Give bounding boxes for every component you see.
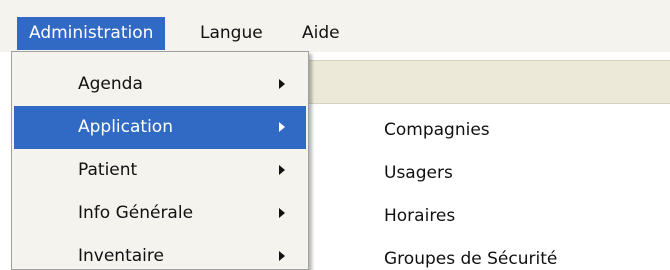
menu-administration[interactable]: Administration [17,17,166,50]
menu-item-label: Inventaire [78,246,164,266]
menu-langue[interactable]: Langue [188,17,275,50]
administration-dropdown: Agenda Application Patient Info Générale… [11,51,309,270]
toolbar-strip [296,60,670,104]
menu-item-info-generale[interactable]: Info Générale [14,192,306,235]
menu-aide[interactable]: Aide [290,17,352,50]
menu-item-label: Info Générale [78,203,194,223]
menu-bar: Administration Langue Aide [0,0,670,52]
menu-item-label: Agenda [78,74,143,94]
menu-item-patient[interactable]: Patient [14,149,306,192]
menu-item-application[interactable]: Application [14,106,306,149]
application-submenu: Compagnies Usagers Horaires Groupes de S… [340,104,670,270]
chevron-right-icon [279,79,285,89]
menu-item-inventaire[interactable]: Inventaire [14,235,306,270]
menu-item-label: Application [78,117,173,137]
submenu-item-horaires[interactable]: Horaires [384,195,455,238]
chevron-right-icon [279,251,285,261]
application-window: Administration Langue Aide Agenda Applic… [0,0,670,270]
chevron-right-icon [279,208,285,218]
menu-item-label: Patient [78,160,138,180]
chevron-right-icon [279,165,285,175]
submenu-item-compagnies[interactable]: Compagnies [384,109,490,152]
submenu-item-usagers[interactable]: Usagers [384,152,453,195]
chevron-right-icon [279,122,285,132]
submenu-item-groupes-securite[interactable]: Groupes de Sécurité [384,238,557,270]
menu-item-agenda[interactable]: Agenda [14,63,306,106]
